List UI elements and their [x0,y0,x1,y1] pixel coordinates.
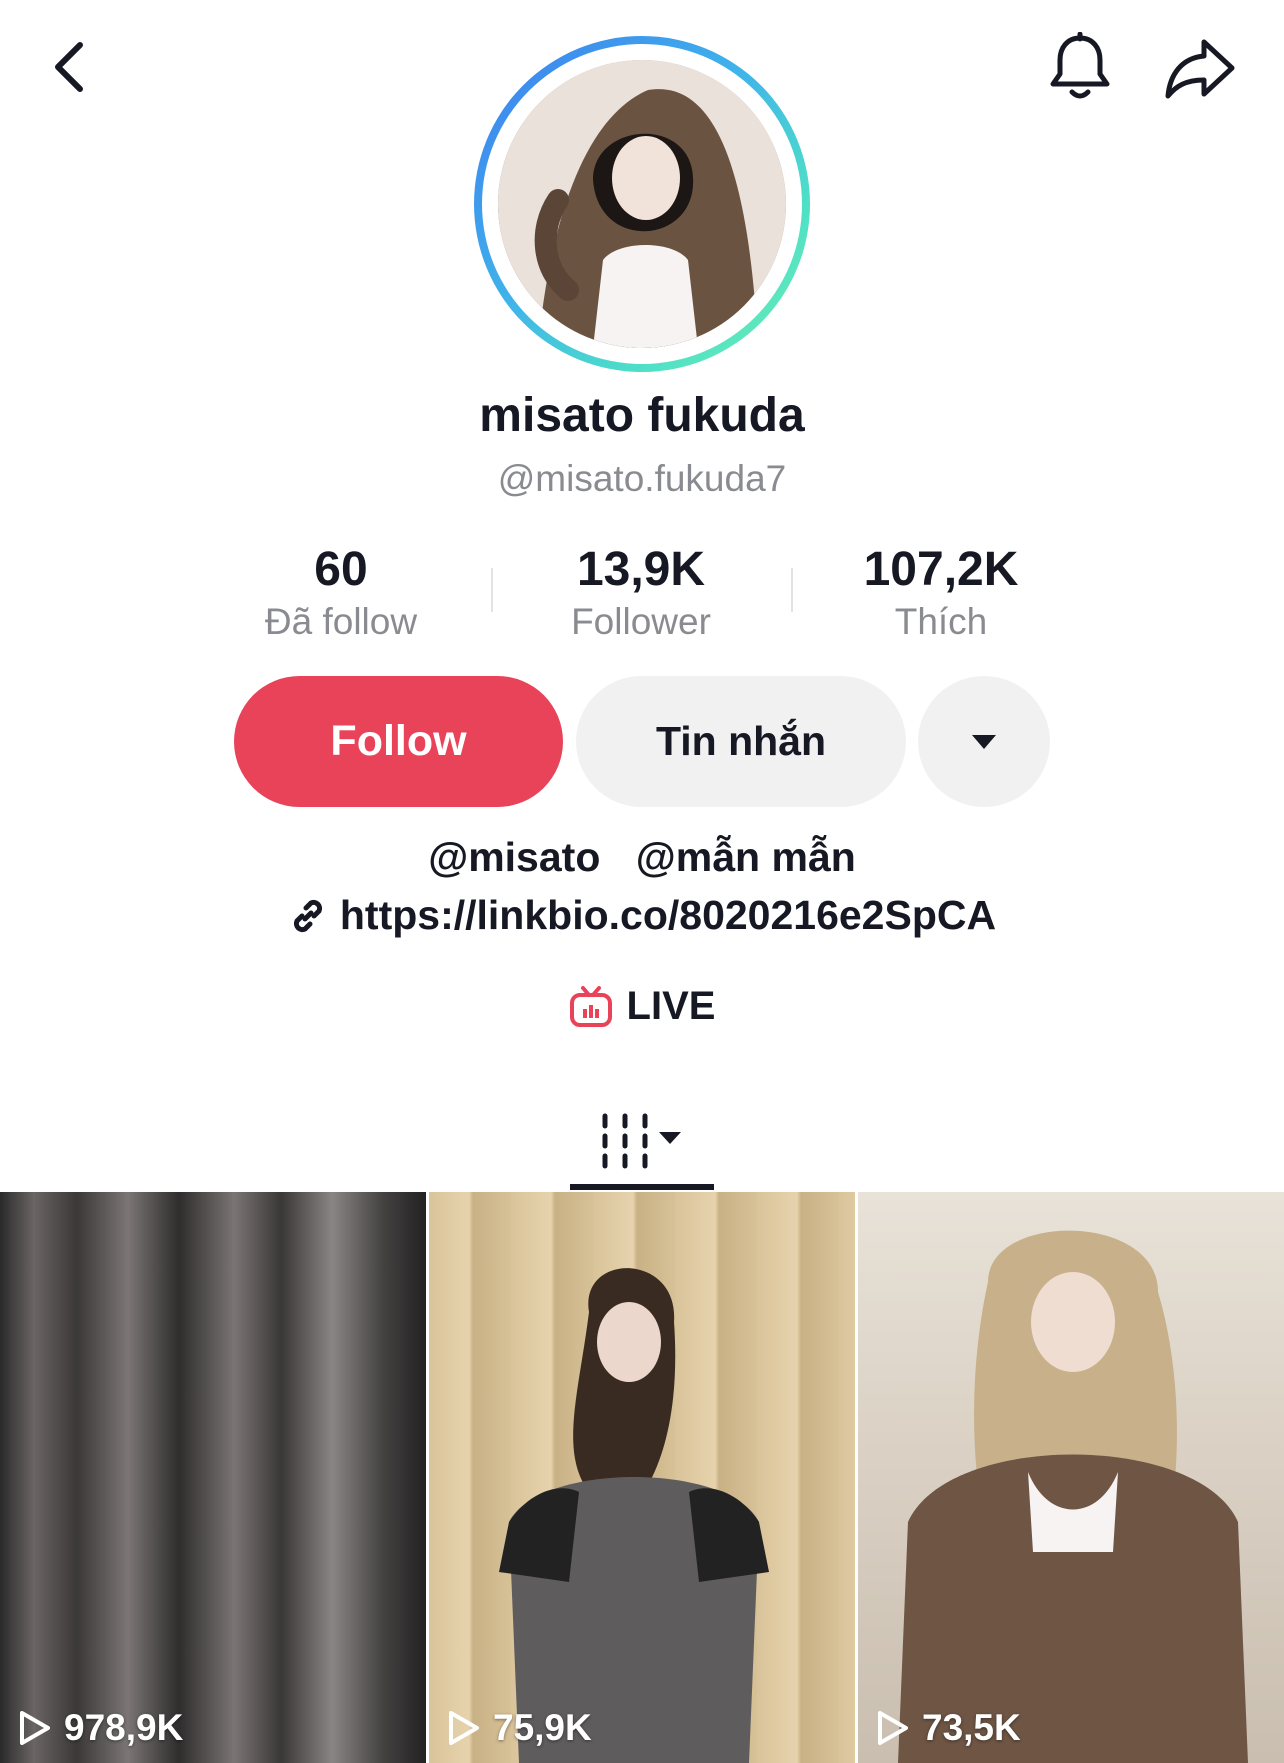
bio-mentions: @misato @mẫn mẫn [0,834,1284,881]
play-icon [878,1711,908,1745]
avatar-story-ring[interactable] [474,36,810,372]
bio-link[interactable]: https://linkbio.co/8020216e2SpCA [0,892,1284,939]
tab-videos[interactable] [570,1090,714,1190]
following-label: Đã follow [264,601,418,642]
tab-active-indicator [570,1184,714,1190]
bell-icon [1050,32,1110,99]
bio-mention[interactable]: @misato [428,834,600,880]
following-count: 60 [314,543,368,596]
chevron-left-icon [55,42,83,92]
live-button[interactable]: LIVE [0,984,1284,1029]
video-preview-figure [499,1268,769,1763]
more-options-button[interactable] [918,676,1050,807]
stat-divider [791,568,793,612]
message-button[interactable]: Tin nhắn [576,676,906,807]
display-name: misato fukuda [479,389,805,442]
view-count-text: 73,5K [922,1707,1021,1748]
play-icon [449,1711,479,1745]
bio-mention[interactable]: @mẫn mẫn [636,834,856,880]
play-icon [20,1711,50,1745]
back-button[interactable] [38,32,98,102]
video-view-count: 75,9K [447,1707,592,1749]
follow-button[interactable]: Follow [234,676,563,807]
video-preview-figure [898,1230,1248,1763]
live-tv-icon [569,985,612,1027]
avatar-photo [498,60,786,348]
video-thumbnail[interactable]: 73,5K [858,1192,1284,1763]
grid-icon [602,1113,681,1169]
username-handle: @misato.fukuda7 [497,458,787,499]
video-view-count: 978,9K [18,1707,183,1749]
live-label: LIVE [626,984,716,1028]
link-icon [293,899,322,932]
likes-count: 107,2K [863,543,1019,596]
bio-link-text: https://linkbio.co/8020216e2SpCA [339,892,997,938]
followers-count: 13,9K [576,543,706,596]
stat-followers[interactable]: 13,9K Follower [511,540,771,644]
video-view-count: 73,5K [876,1707,1021,1749]
followers-label: Follower [571,601,711,642]
likes-label: Thích [894,601,988,642]
view-count-text: 75,9K [493,1707,592,1748]
notification-button[interactable] [1042,28,1118,108]
stat-divider [491,568,493,612]
stat-following[interactable]: 60 Đã follow [211,540,471,644]
share-arrow-icon [1165,39,1235,99]
share-button[interactable] [1160,28,1240,108]
video-thumbnail[interactable]: 75,9K [429,1192,855,1763]
stat-likes[interactable]: 107,2K Thích [811,540,1071,644]
video-thumbnail[interactable]: 978,9K [0,1192,426,1763]
view-count-text: 978,9K [64,1707,184,1748]
avatar[interactable] [498,60,786,348]
caret-down-icon [972,734,996,749]
